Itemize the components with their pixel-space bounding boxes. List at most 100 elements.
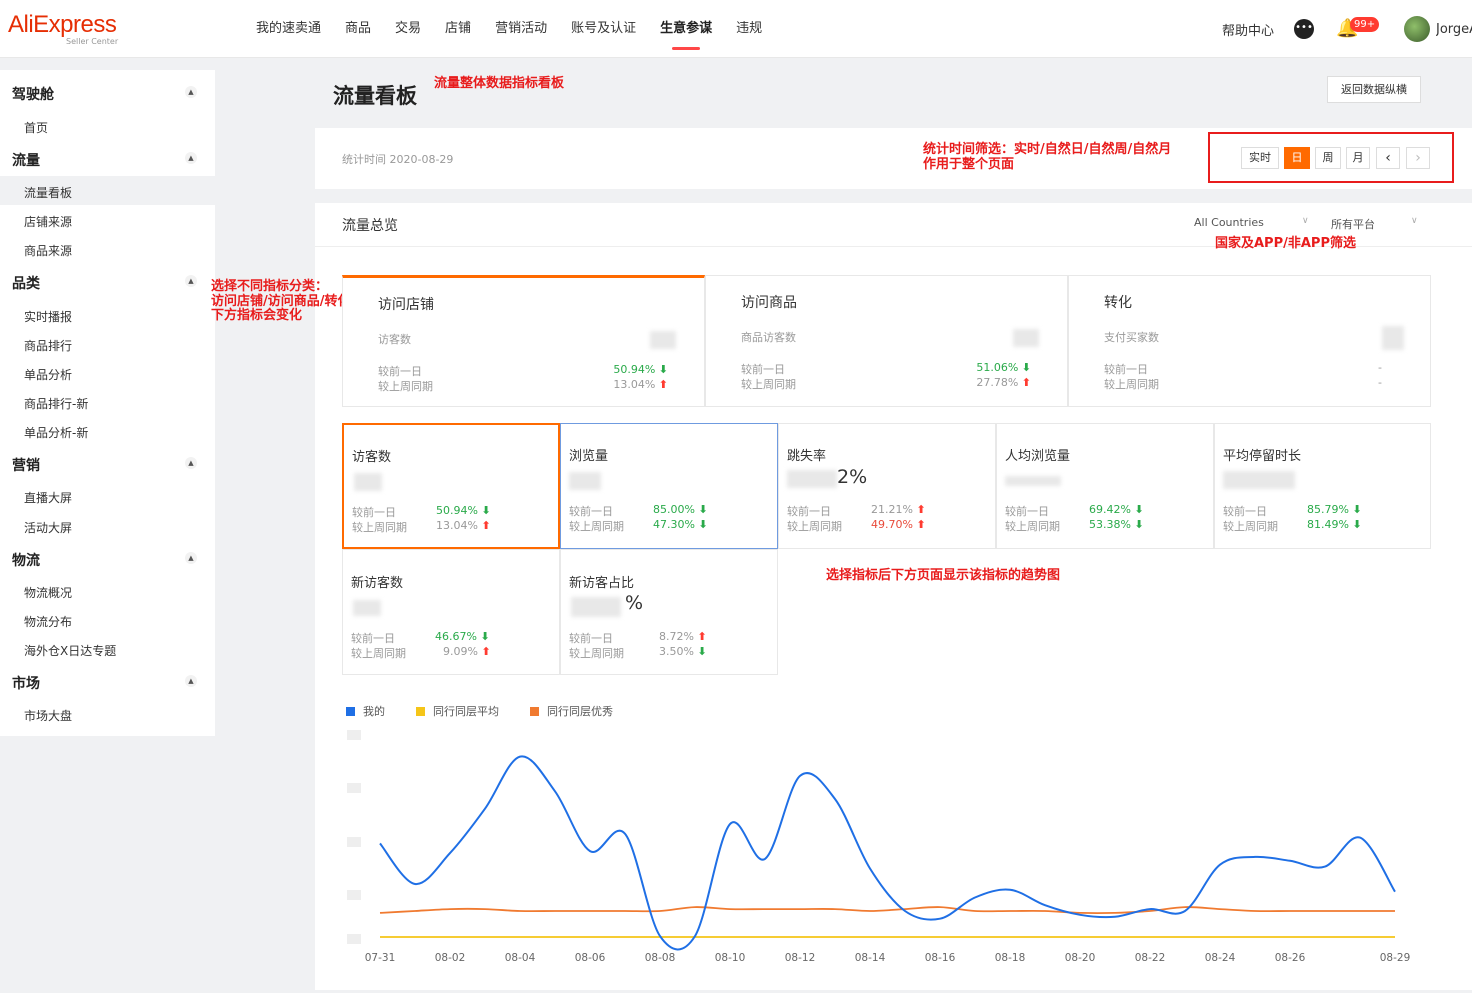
series-line-mine[interactable] [379,755,1396,951]
sidebar-item-product-source[interactable]: 商品来源 [24,242,72,259]
overview-title: 流量总览 [342,218,398,234]
chevron-left-icon[interactable]: ‹ [1376,147,1400,169]
arrow-up-icon: ⬆ [697,630,707,643]
x-tick-label: 08-14 [855,952,886,964]
avatar[interactable] [1404,16,1430,42]
arrow-down-icon: ⬇ [1352,518,1362,531]
legend-label: 我的 [363,705,385,718]
country-select[interactable]: All Countries [1194,216,1264,229]
metric-card-bounce-rate[interactable]: 跳失率 2% 较前一日 较上周同期 21.21% ⬆ 49.70% ⬆ [778,423,996,549]
arrow-up-icon: ⬆ [916,518,926,531]
compare-label: 较上周同期 [352,521,407,534]
help-center-link[interactable]: 帮助中心 [1222,20,1274,39]
sidebar-group-market[interactable]: 市场 [12,673,40,693]
sidebar-item-market-overview[interactable]: 市场大盘 [24,707,72,724]
username[interactable]: JorgeA [1436,22,1472,37]
nav-account[interactable]: 账号及认证 [559,0,648,58]
compare-value: 53.38% [1089,518,1131,531]
sidebar-item-live-screen[interactable]: 直播大屏 [24,489,72,506]
metric-card-new-visitors[interactable]: 新访客数 较前一日 较上周同期 46.67% ⬇ 9.09% ⬆ [342,549,560,675]
compare-value: 51.06% [976,361,1019,374]
compare-label: 较前一日 [569,632,613,645]
nav-violations[interactable]: 违规 [724,0,774,58]
chevron-down-icon[interactable]: ∨ [1411,216,1418,226]
nav-store[interactable]: 店铺 [433,0,483,58]
compare-value: - [1378,361,1382,374]
sidebar-group-marketing[interactable]: 营销 [12,455,40,475]
metric-value-suffix: 2% [837,466,868,488]
time-filter-week[interactable]: 周 [1315,147,1341,169]
sidebar-item-realtime[interactable]: 实时播报 [24,308,72,325]
sidebar-group-traffic[interactable]: 流量 [12,150,40,170]
tab-visit-store[interactable]: 访问店铺 访客数 较前一日 较上周同期 50.94% ⬇ 13.04% ⬆ [342,275,705,407]
compare-label: 较上周同期 [787,520,842,533]
back-to-data-button[interactable]: 返回数据纵横 [1327,76,1421,103]
time-filter-realtime[interactable]: 实时 [1241,147,1279,169]
nav-orders[interactable]: 交易 [383,0,433,58]
nav-marketing[interactable]: 营销活动 [483,0,559,58]
sidebar-group-logistics[interactable]: 物流 [12,550,40,570]
nav-business-advisor[interactable]: 生意参谋 [648,0,724,58]
arrow-down-icon: ⬇ [698,518,708,531]
chevron-right-icon[interactable]: › [1406,147,1430,169]
metric-title: 跳失率 [787,449,827,464]
platform-select[interactable]: 所有平台 [1331,216,1375,232]
compare-value: 8.72% [659,630,694,643]
sidebar-item-home[interactable]: 首页 [24,119,48,136]
metric-card-avg-duration[interactable]: 平均停留时长 较前一日 较上周同期 85.79% ⬇ 81.49% ⬇ [1214,423,1431,549]
compare-label: 较上周同期 [741,378,796,391]
chevron-down-icon[interactable]: ∨ [1302,216,1309,226]
annotation-side-note-2: 访问店铺/访问商品/转化 [211,294,351,309]
aliexpress-logo[interactable]: AliExpress Seller Center [8,12,118,47]
sidebar-item-logistics-overview[interactable]: 物流概况 [24,584,72,601]
sidebar-item-logistics-distribution[interactable]: 物流分布 [24,613,72,630]
annotation-time-note-2: 作用于整个页面 [923,157,1015,172]
nav-products[interactable]: 商品 [333,0,383,58]
sidebar-item-product-analysis[interactable]: 单品分析 [24,366,72,383]
metric-card-pageviews[interactable]: 浏览量 较前一日 较上周同期 85.00% ⬇ 47.30% ⬇ [560,423,778,549]
legend-item-peer-excellent[interactable]: 同行同层优秀 [530,703,613,719]
notifications[interactable]: 🔔 99+ [1336,17,1382,41]
compare-value: 47.30% [653,518,695,531]
sidebar-item-overseas-warehouse[interactable]: 海外仓X日达专题 [24,642,116,659]
nav-my-aliexpress[interactable]: 我的速卖通 [244,0,333,58]
y-tick-placeholder [347,783,361,793]
metric-card-new-visitor-ratio[interactable]: 新访客占比 % 较前一日 较上周同期 8.72% ⬆ 3.50% ⬇ [560,549,778,675]
compare-value: 9.09% [443,645,478,658]
legend-item-peer-average[interactable]: 同行同层平均 [416,703,499,719]
caret-up-icon[interactable]: ▲ [185,152,197,164]
sidebar-item-store-source[interactable]: 店铺来源 [24,213,72,230]
tab-visit-product[interactable]: 访问商品 商品访客数 较前一日 较上周同期 51.06% ⬇ 27.78% ⬆ [705,275,1068,407]
sidebar-item-product-rank[interactable]: 商品排行 [24,337,72,354]
time-filter-month[interactable]: 月 [1346,147,1370,169]
metric-card-avg-pageviews[interactable]: 人均浏览量 较前一日 较上周同期 69.42% ⬇ 53.38% ⬇ [996,423,1214,549]
sidebar-item-traffic-board[interactable]: 流量看板 [24,184,72,201]
series-line-peer-excellent[interactable] [379,906,1395,915]
caret-up-icon[interactable]: ▲ [185,275,197,287]
sidebar-item-product-rank-new[interactable]: 商品排行-新 [24,395,88,412]
compare-value: 81.49% [1307,518,1349,531]
metric-value-suffix: % [625,592,644,614]
metric-title: 人均浏览量 [1005,449,1071,464]
x-tick-label: 08-16 [925,952,956,964]
arrow-up-icon: ⬆ [658,378,668,391]
compare-label: 较上周同期 [1223,520,1278,533]
caret-up-icon[interactable]: ▲ [185,86,197,98]
sidebar-group-category[interactable]: 品类 [12,273,40,293]
legend-item-mine[interactable]: 我的 [346,703,385,719]
sidebar-group-cockpit[interactable]: 驾驶舱 [12,84,54,104]
sidebar-item-event-screen[interactable]: 活动大屏 [24,519,72,536]
time-filter-day[interactable]: 日 [1284,147,1310,169]
tab-subtitle: 商品访客数 [741,331,796,344]
caret-up-icon[interactable]: ▲ [185,552,197,564]
caret-up-icon[interactable]: ▲ [185,675,197,687]
metric-card-visitors[interactable]: 访客数 较前一日 较上周同期 50.94% ⬇ 13.04% ⬆ [342,423,560,549]
arrow-down-icon: ⬇ [697,645,707,658]
sidebar-item-product-analysis-new[interactable]: 单品分析-新 [24,424,88,441]
caret-up-icon[interactable]: ▲ [185,457,197,469]
trend-chart[interactable]: 07-31 08-02 08-04 08-06 08-08 08-10 08-12 08-14… [315,725,1472,975]
tab-conversion[interactable]: 转化 支付买家数 较前一日 较上周同期 - - [1068,275,1431,407]
compare-value: 21.21% [871,503,913,516]
chat-icon[interactable]: ••• [1294,19,1314,39]
tab-title: 访问商品 [741,295,797,311]
